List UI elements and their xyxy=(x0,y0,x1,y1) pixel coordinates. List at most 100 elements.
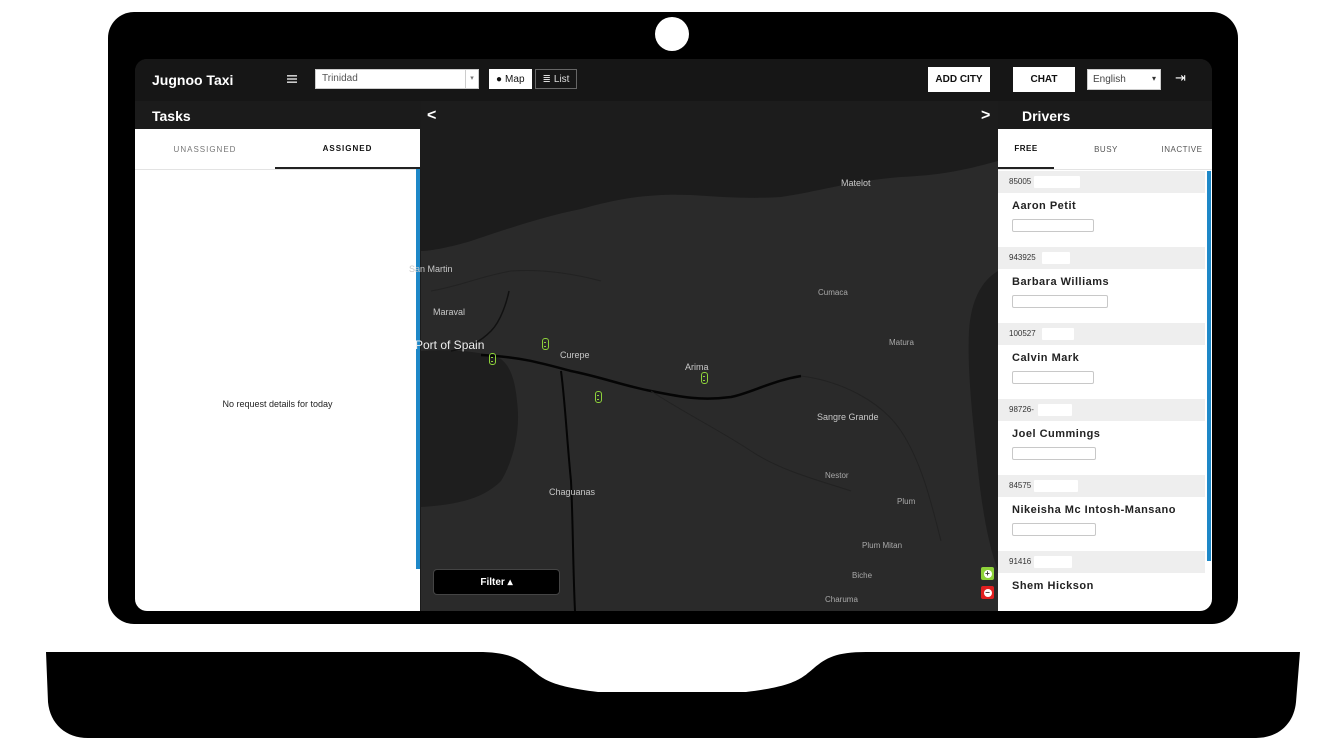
logout-icon[interactable]: ⇥ xyxy=(1175,70,1186,86)
driver-card[interactable]: 91416 Shem Hickson xyxy=(998,551,1205,611)
driver-status-box xyxy=(1012,447,1096,460)
phone-redaction xyxy=(1034,176,1080,188)
chevron-down-icon: ▾ xyxy=(465,70,478,88)
driver-status-box xyxy=(1012,219,1094,232)
driver-status-box xyxy=(1012,523,1096,536)
city-select-value: Trinidad xyxy=(322,73,358,84)
driver-card[interactable]: 943925 Barbara Williams xyxy=(998,247,1205,323)
zoom-in-button[interactable]: + xyxy=(981,567,994,580)
drivers-scrollbar[interactable] xyxy=(1207,171,1211,561)
map-label-curepe: Curepe xyxy=(560,350,590,360)
driver-card[interactable]: 84575 Nikeisha Mc Intosh-Mansano xyxy=(998,475,1205,551)
map-area[interactable]: < > Matelot San Martin Maraval Cumaca Po… xyxy=(409,101,998,611)
minus-icon: − xyxy=(983,587,992,597)
car-marker[interactable] xyxy=(489,353,496,365)
brand-title: Jugnoo Taxi xyxy=(152,72,234,88)
tab-assigned[interactable]: ASSIGNED xyxy=(275,129,420,169)
car-marker[interactable] xyxy=(595,391,602,403)
phone-redaction xyxy=(1042,328,1074,340)
phone-redaction xyxy=(1042,252,1070,264)
map-label-port-of-spain: Port of Spain xyxy=(415,338,485,352)
chevron-down-icon: ▾ xyxy=(1151,74,1156,83)
tab-unassigned[interactable]: UNASSIGNED xyxy=(135,129,275,169)
driver-status-box xyxy=(1012,295,1108,308)
map-prev-button[interactable]: < xyxy=(427,107,436,125)
map-label-arima: Arima xyxy=(685,362,709,372)
drivers-panel: FREE BUSY INACTIVE 85005 Aaron Petit 943… xyxy=(998,129,1212,611)
driver-id: 943925 xyxy=(1009,253,1036,262)
driver-id-row: 98726- xyxy=(998,399,1205,421)
language-select[interactable]: English ▾ xyxy=(1087,69,1161,90)
filter-button[interactable]: Filter ▴ xyxy=(433,569,560,595)
tasks-header: Tasks xyxy=(135,101,421,129)
app-screen: Jugnoo Taxi Trinidad ▾ ● Map ≣ List ADD … xyxy=(135,59,1212,611)
phone-redaction xyxy=(1034,480,1078,492)
list-view-button[interactable]: ≣ List xyxy=(534,69,578,89)
driver-id-row: 100527 xyxy=(998,323,1205,345)
driver-id: 85005 xyxy=(1009,177,1032,186)
map-label-san-martin: San Martin xyxy=(409,264,453,274)
chat-button[interactable]: CHAT xyxy=(1013,67,1075,92)
driver-status-box xyxy=(1012,371,1094,384)
list-icon: ≣ xyxy=(542,73,551,85)
driver-name: Nikeisha Mc Intosh-Mansano xyxy=(1012,504,1176,516)
driver-id: 84575 xyxy=(1009,481,1032,490)
tasks-tabs: UNASSIGNED ASSIGNED xyxy=(135,129,420,170)
phone-redaction xyxy=(1034,556,1072,568)
driver-card[interactable]: 100527 Calvin Mark xyxy=(998,323,1205,399)
driver-name: Joel Cummings xyxy=(1012,428,1101,440)
map-label-biche: Biche xyxy=(852,571,873,580)
tasks-scrollbar[interactable] xyxy=(416,169,420,569)
drivers-header: Drivers xyxy=(998,101,1212,129)
driver-card[interactable]: 85005 Aaron Petit xyxy=(998,171,1205,247)
driver-id: 100527 xyxy=(1009,329,1036,338)
driver-card[interactable]: 98726- Joel Cummings xyxy=(998,399,1205,475)
map-label-nestor: Nestor xyxy=(825,471,849,480)
drivers-title: Drivers xyxy=(1022,108,1071,124)
map-view-label: Map xyxy=(505,73,525,85)
phone-redaction xyxy=(1038,404,1072,416)
map-label-plum-mitan: Plum Mitan xyxy=(862,541,903,550)
tab-inactive[interactable]: INACTIVE xyxy=(1154,129,1210,169)
tasks-panel: UNASSIGNED ASSIGNED No request details f… xyxy=(135,129,420,611)
map-label-chaguanas: Chaguanas xyxy=(549,487,596,497)
map-label-maraval: Maraval xyxy=(433,307,466,317)
tab-free[interactable]: FREE xyxy=(998,129,1054,169)
globe-icon: ● xyxy=(496,73,503,85)
language-select-value: English xyxy=(1093,74,1126,85)
zoom-out-button[interactable]: − xyxy=(981,586,994,599)
map-label-matelot: Matelot xyxy=(841,178,871,188)
map-label-sangre-grande: Sangre Grande xyxy=(817,412,879,422)
driver-name: Barbara Williams xyxy=(1012,276,1110,288)
car-marker[interactable] xyxy=(542,338,549,350)
hamburger-menu-icon[interactable] xyxy=(286,73,298,85)
driver-name: Aaron Petit xyxy=(1012,200,1077,212)
driver-id: 91416 xyxy=(1009,557,1032,566)
laptop-camera xyxy=(655,17,689,51)
driver-id-row: 91416 xyxy=(998,551,1205,573)
tab-busy[interactable]: BUSY xyxy=(1078,129,1134,169)
top-bar: Jugnoo Taxi Trinidad ▾ ● Map ≣ List ADD … xyxy=(135,59,1212,101)
view-toggle: ● Map ≣ List xyxy=(489,69,578,89)
driver-id-row: 85005 xyxy=(998,171,1205,193)
city-select[interactable]: Trinidad ▾ xyxy=(315,69,479,89)
driver-name: Shem Hickson xyxy=(1012,580,1094,592)
add-city-button[interactable]: ADD CITY xyxy=(928,67,990,92)
map-label-matura: Matura xyxy=(889,338,914,347)
driver-id-row: 84575 xyxy=(998,475,1205,497)
drivers-tabs: FREE BUSY INACTIVE xyxy=(998,129,1212,170)
map-label-plum: Plum xyxy=(897,497,916,506)
map-canvas[interactable] xyxy=(421,101,998,611)
map-label-cumaca: Cumaca xyxy=(818,288,848,297)
map-next-button[interactable]: > xyxy=(981,107,990,125)
empty-tasks-message: No request details for today xyxy=(222,399,333,409)
car-marker[interactable] xyxy=(701,372,708,384)
driver-id: 98726- xyxy=(1009,405,1034,414)
tasks-title: Tasks xyxy=(152,108,191,124)
driver-name: Calvin Mark xyxy=(1012,352,1080,364)
map-view-button[interactable]: ● Map xyxy=(489,69,532,89)
laptop-base xyxy=(46,652,1300,738)
driver-id-row: 943925 xyxy=(998,247,1205,269)
plus-icon: + xyxy=(983,568,992,578)
list-view-label: List xyxy=(553,73,570,85)
